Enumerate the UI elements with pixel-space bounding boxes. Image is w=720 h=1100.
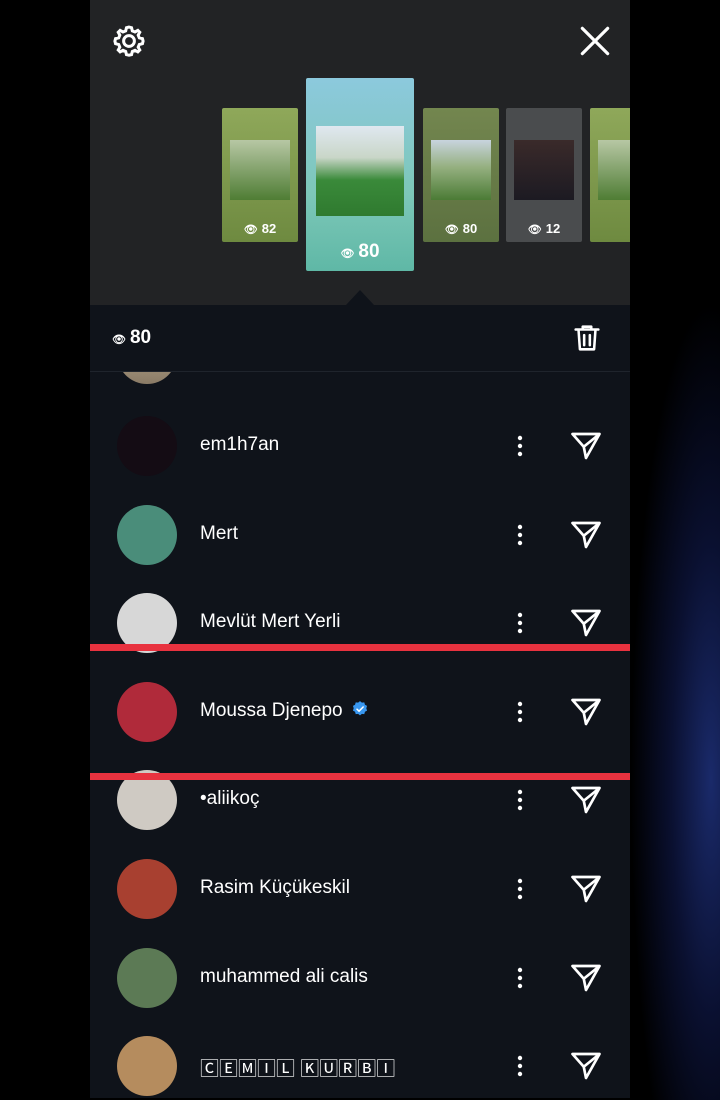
viewer-row[interactable]: 🄲🄴🄼🄸🄻 🄺🅄🅁🄱🄸	[90, 1022, 630, 1098]
viewers-list: em1h7an Mert Mevlüt Mert Yerli Moussa Djene…	[90, 372, 630, 1098]
story-image	[230, 140, 290, 200]
username-text: muhammed ali calis	[200, 965, 368, 987]
story-view-count: 👁 80	[444, 221, 478, 236]
username[interactable]: •aliikoç	[200, 788, 259, 810]
story-thumbnails: 👁 82 👁 80 👁 80 👁 12	[90, 78, 630, 273]
avatar[interactable]	[117, 770, 177, 831]
avatar[interactable]	[117, 1036, 177, 1097]
more-vertical-icon[interactable]	[508, 871, 532, 907]
username-text: Moussa Djenepo	[200, 699, 343, 721]
trash-icon[interactable]	[570, 320, 604, 356]
more-vertical-icon[interactable]	[508, 782, 532, 818]
username[interactable]: Mert	[200, 523, 238, 545]
close-icon[interactable]	[576, 22, 614, 60]
eye-icon: 👁	[112, 334, 126, 346]
username[interactable]: Rasim Küçükeskil	[200, 877, 350, 899]
send-icon[interactable]	[568, 428, 604, 464]
more-vertical-icon[interactable]	[508, 605, 532, 641]
eye-icon: 👁	[340, 248, 355, 260]
username-text: Rasim Küçükeskil	[200, 877, 350, 898]
send-icon[interactable]	[568, 1048, 604, 1084]
eye-icon: 👁	[243, 224, 258, 236]
send-icon[interactable]	[568, 871, 604, 907]
more-vertical-icon[interactable]	[508, 694, 532, 730]
more-vertical-icon[interactable]	[508, 1048, 532, 1084]
gear-icon[interactable]	[110, 22, 148, 60]
username-text: em1h7an	[200, 434, 280, 455]
more-vertical-icon[interactable]	[508, 960, 532, 996]
username[interactable]: Mevlüt Mert Yerli	[200, 611, 340, 633]
avatar[interactable]	[117, 504, 177, 565]
eye-icon: 👁	[527, 224, 542, 236]
story-thumbnail[interactable]	[590, 108, 630, 242]
username-text: 🄲🄴🄼🄸🄻 🄺🅄🅁🄱🄸	[200, 1059, 396, 1081]
more-vertical-icon[interactable]	[508, 428, 532, 464]
stories-header: 👁 82 👁 80 👁 80 👁 12	[90, 0, 630, 305]
selection-pointer	[346, 290, 374, 305]
viewers-bar: 👁 80	[90, 305, 630, 372]
story-view-count: 👁 12	[527, 221, 561, 236]
viewer-row[interactable]: em1h7an	[90, 402, 630, 490]
viewers-count: 👁 80	[112, 327, 152, 348]
send-icon[interactable]	[568, 605, 604, 641]
story-thumbnail[interactable]: 👁 12	[506, 108, 582, 242]
username[interactable]: muhammed ali calis	[200, 966, 368, 988]
story-image	[316, 126, 404, 216]
send-icon[interactable]	[568, 517, 604, 553]
story-thumbnail[interactable]: 👁 80	[423, 108, 499, 242]
avatar	[117, 372, 177, 384]
send-icon[interactable]	[568, 960, 604, 996]
username[interactable]: 🄲🄴🄼🄸🄻 🄺🅄🅁🄱🄸	[200, 1054, 395, 1081]
send-icon[interactable]	[568, 694, 604, 730]
username[interactable]: em1h7an	[200, 434, 279, 456]
story-image	[431, 140, 491, 200]
username[interactable]: Moussa Djenepo	[200, 700, 369, 722]
story-image	[514, 140, 574, 200]
verified-badge-icon	[352, 700, 367, 716]
viewer-row[interactable]: muhammed ali calis	[90, 934, 630, 1022]
avatar[interactable]	[117, 859, 177, 919]
username-text: •aliikoç	[200, 788, 260, 810]
more-vertical-icon[interactable]	[508, 517, 532, 553]
story-thumbnail-selected[interactable]: 👁 80	[306, 78, 414, 271]
story-view-count: 👁 80	[340, 241, 380, 262]
story-thumbnail[interactable]: 👁 82	[222, 108, 298, 242]
viewer-row[interactable]: Mevlüt Mert Yerli	[90, 579, 630, 667]
viewer-row[interactable]: Rasim Küçükeskil	[90, 845, 630, 933]
avatar[interactable]	[117, 593, 177, 654]
background-glow	[630, 300, 720, 1100]
eye-icon: 👁	[444, 224, 459, 236]
avatar[interactable]	[117, 947, 177, 1008]
story-viewers-sheet: 👁 82 👁 80 👁 80 👁 12 👁 80 em1h7an Mert Me…	[90, 0, 630, 1098]
viewer-row[interactable]: Moussa Djenepo	[90, 668, 630, 756]
story-image	[598, 140, 630, 200]
viewer-row[interactable]: Mert	[90, 491, 630, 579]
viewer-row[interactable]: •aliikoç	[90, 756, 630, 844]
avatar[interactable]	[117, 681, 177, 742]
avatar[interactable]	[117, 416, 177, 476]
username-text: Mert	[200, 522, 238, 544]
send-icon[interactable]	[568, 782, 604, 818]
story-view-count: 👁 82	[243, 221, 277, 236]
username-text: Mevlüt Mert Yerli	[200, 611, 341, 633]
